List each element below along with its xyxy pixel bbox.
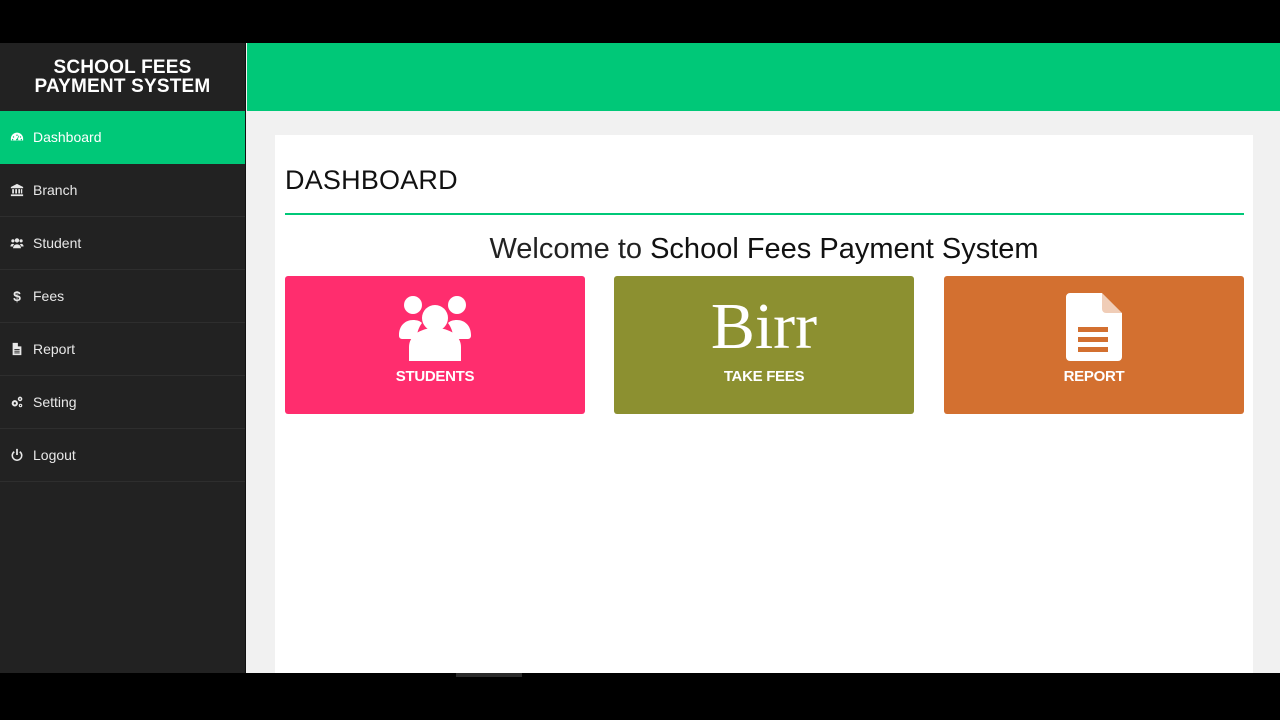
- brand-logo[interactable]: SCHOOL FEES PAYMENT SYSTEM: [0, 43, 245, 111]
- welcome-prefix: Welcome to: [489, 233, 643, 265]
- sidebar-item-label: Dashboard: [33, 129, 102, 145]
- gears-icon: [9, 394, 25, 410]
- dashboard-panel: DASHBOARD Welcome to School Fees Payment…: [275, 135, 1253, 673]
- take-fees-tile[interactable]: Birr TAKE FEES: [614, 276, 914, 414]
- sidebar-item-label: Setting: [33, 394, 77, 410]
- title-divider: [285, 213, 1244, 215]
- sidebar-item-label: Logout: [33, 447, 76, 463]
- birr-currency-icon: Birr: [710, 290, 818, 363]
- bank-icon: [9, 182, 25, 198]
- sidebar-item-logout[interactable]: Logout: [0, 429, 245, 482]
- users-icon: [9, 235, 25, 251]
- sidebar-item-label: Student: [33, 235, 82, 251]
- sidebar-item-student[interactable]: Student: [0, 217, 245, 270]
- sidebar-item-label: Branch: [33, 182, 78, 198]
- welcome-heading: Welcome to School Fees Payment System: [275, 233, 1253, 266]
- sidebar-item-label: Fees: [33, 288, 65, 304]
- brand-line-2: PAYMENT SYSTEM: [34, 76, 211, 97]
- users-icon: [398, 292, 472, 362]
- tile-label: STUDENTS: [395, 368, 475, 385]
- welcome-system-name: School Fees Payment System: [650, 233, 1039, 265]
- tile-label: REPORT: [1063, 368, 1125, 385]
- dollar-icon: $: [13, 288, 21, 304]
- sidebar-item-report[interactable]: Report: [0, 323, 245, 376]
- sidebar-item-setting[interactable]: Setting: [0, 376, 245, 429]
- sidebar-item-label: Report: [33, 341, 76, 357]
- sidebar-item-branch[interactable]: Branch: [0, 164, 245, 217]
- scrollbar-thumb[interactable]: [456, 673, 522, 677]
- app-window: SCHOOL FEES PAYMENT SYSTEM Dashboard Bra…: [0, 43, 1280, 673]
- page-title: DASHBOARD: [285, 165, 458, 195]
- top-bar: [247, 43, 1280, 111]
- power-icon: [9, 447, 25, 463]
- sidebar-item-fees[interactable]: $ Fees: [0, 270, 245, 323]
- students-tile[interactable]: STUDENTS: [285, 276, 585, 414]
- sidebar: SCHOOL FEES PAYMENT SYSTEM Dashboard Bra…: [0, 43, 246, 673]
- report-tile[interactable]: REPORT: [944, 276, 1244, 414]
- tile-label: TAKE FEES: [723, 368, 805, 385]
- sidebar-item-dashboard[interactable]: Dashboard: [0, 111, 245, 164]
- dashboard-icon: [9, 129, 25, 145]
- brand-line-1: SCHOOL FEES: [53, 57, 192, 78]
- document-icon: [9, 341, 25, 357]
- document-icon: [1064, 292, 1124, 362]
